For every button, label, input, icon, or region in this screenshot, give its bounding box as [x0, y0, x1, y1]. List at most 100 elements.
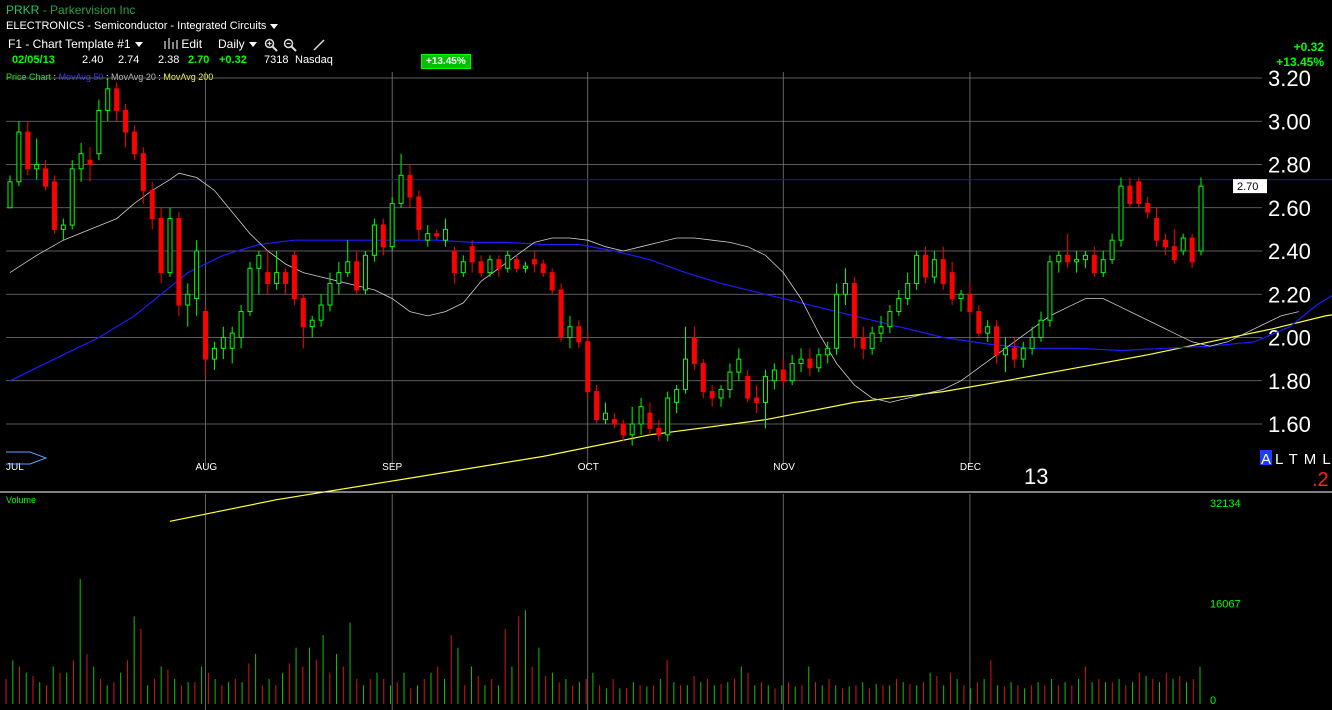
candle-body — [283, 272, 289, 284]
candle-body — [1047, 261, 1053, 321]
candle-body — [736, 358, 742, 373]
candle-body — [905, 282, 911, 300]
candle-body — [878, 326, 884, 334]
candle-body — [1145, 202, 1151, 213]
candle-body — [958, 293, 964, 300]
candle-body — [176, 218, 182, 306]
x-tick-label: AUG — [196, 462, 218, 473]
candle-body — [967, 293, 973, 313]
candle-body — [1109, 239, 1115, 261]
candle-body — [1118, 185, 1124, 241]
candle-body — [149, 189, 155, 220]
x-tick-label: NOV — [773, 462, 795, 473]
candle-body — [96, 109, 102, 155]
candle-body — [185, 293, 191, 306]
candle-body — [443, 228, 449, 241]
last-price-tag-text: 2.70 — [1237, 181, 1258, 193]
x-tick-label: OCT — [578, 462, 599, 473]
candle-body — [825, 347, 831, 356]
candle-body — [398, 174, 404, 204]
candle-body — [585, 341, 591, 393]
candle-body — [220, 337, 226, 349]
candle-body — [523, 265, 529, 269]
candle-body — [691, 337, 697, 364]
candle-body — [647, 412, 653, 429]
candle-body — [594, 391, 600, 421]
candle-body — [567, 326, 573, 338]
candle-body — [1198, 185, 1204, 252]
candle-body — [709, 391, 715, 399]
candle-body — [807, 358, 813, 369]
candle-body — [505, 254, 511, 269]
candle-body — [896, 298, 902, 313]
candle-body — [1011, 347, 1017, 360]
candle-body — [460, 261, 466, 274]
volume-tick-label: 16067 — [1210, 599, 1241, 611]
candle-body — [922, 254, 928, 278]
candle-body — [238, 311, 244, 338]
candle-body — [354, 261, 360, 291]
candle-body — [789, 362, 795, 382]
candle-body — [336, 272, 342, 284]
y-tick-label: 3.20 — [1268, 66, 1311, 91]
candle-body — [247, 267, 253, 313]
candle-body — [665, 397, 671, 436]
candle-body — [674, 388, 680, 403]
volume-tick-label: 32134 — [1210, 498, 1241, 510]
candle-body — [629, 423, 635, 436]
candle-body — [265, 272, 271, 284]
candle-body — [1127, 185, 1133, 204]
candle-body — [425, 233, 431, 241]
candle-body — [638, 406, 644, 425]
candle-body — [105, 88, 111, 111]
candle-body — [345, 261, 351, 274]
y-tick-label: 1.60 — [1268, 412, 1311, 437]
candle-body — [1189, 237, 1195, 263]
candle-body — [976, 311, 982, 334]
candle-body — [34, 164, 40, 170]
candle-body — [114, 88, 120, 111]
candle-body — [576, 326, 582, 343]
candle-body — [780, 369, 786, 382]
candle-body — [300, 298, 306, 328]
y-tick-label: 2.40 — [1268, 239, 1311, 264]
candle-body — [16, 131, 22, 183]
candle-body — [229, 332, 235, 349]
candle-body — [816, 354, 822, 369]
candle-body — [860, 337, 866, 349]
candle-body — [1065, 254, 1071, 263]
y-tick-label: 2.00 — [1268, 326, 1311, 351]
candle-body — [949, 272, 955, 300]
candle-body — [700, 362, 706, 393]
ma200-line — [169, 314, 1332, 522]
candle-body — [43, 168, 49, 187]
candle-body — [1162, 239, 1168, 248]
candle-body — [1091, 254, 1097, 274]
candle-body — [682, 358, 688, 390]
candle-body — [620, 423, 626, 436]
candle-body — [994, 326, 1000, 356]
y-tick-label: 1.80 — [1268, 369, 1311, 394]
candle-body — [69, 168, 75, 226]
candle-body — [1082, 254, 1088, 261]
candle-body — [123, 109, 129, 133]
mode-labels: L T M L — [1275, 451, 1332, 468]
y-tick-label: 3.00 — [1268, 109, 1311, 134]
volume-tick-label: 0 — [1210, 695, 1216, 707]
candle-body — [940, 259, 946, 284]
y-tick-label: 2.20 — [1268, 282, 1311, 307]
candle-body — [51, 181, 57, 230]
price-chart[interactable]: 1.601.802.002.202.402.602.803.003.20JUL A… — [0, 0, 1332, 710]
candle-body — [1171, 246, 1177, 261]
candle-body — [1154, 218, 1160, 241]
candle-body — [434, 233, 440, 237]
candle-body — [407, 174, 413, 198]
candle-body — [540, 263, 546, 274]
candle-body — [754, 397, 760, 403]
candle-body — [1002, 347, 1008, 356]
candle-body — [834, 293, 840, 349]
candle-body — [318, 304, 324, 321]
candle-body — [478, 261, 484, 274]
candle-body — [771, 369, 777, 382]
num-label: .2 — [1312, 469, 1329, 491]
